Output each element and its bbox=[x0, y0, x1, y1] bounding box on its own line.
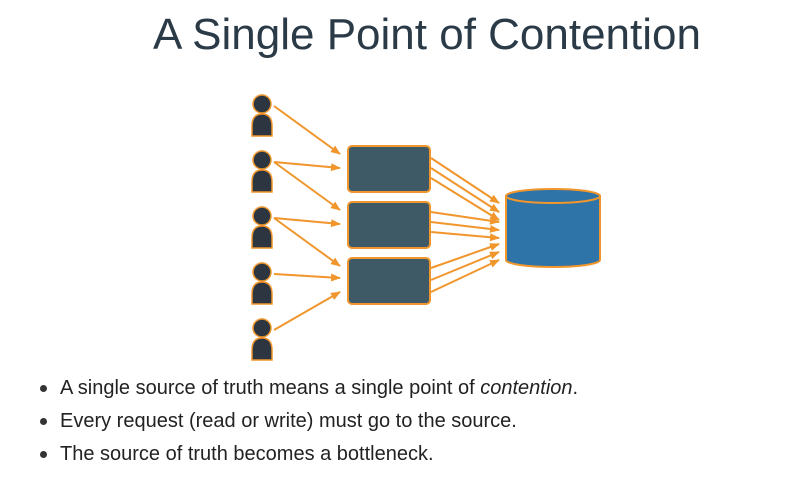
request-arrow bbox=[273, 217, 341, 228]
person-icon bbox=[251, 318, 273, 361]
person-icon bbox=[251, 206, 273, 249]
server-box-icon bbox=[347, 257, 431, 305]
servers bbox=[347, 145, 431, 305]
database bbox=[505, 188, 601, 268]
bullet-item: The source of truth becomes a bottleneck… bbox=[38, 438, 578, 471]
bullet-dot-icon bbox=[40, 385, 47, 392]
bullet-item: A single source of truth means a single … bbox=[38, 372, 578, 405]
person-icon bbox=[251, 150, 273, 193]
db-request-arrow bbox=[430, 231, 500, 242]
server-box-icon bbox=[347, 201, 431, 249]
db-request-arrow bbox=[430, 221, 500, 233]
users bbox=[251, 94, 273, 361]
request-arrow bbox=[273, 273, 341, 282]
bullet-dot-icon bbox=[40, 451, 47, 458]
person-icon bbox=[251, 262, 273, 305]
request-arrow bbox=[273, 161, 341, 172]
db-request-arrow bbox=[430, 167, 500, 213]
bullet-list: A single source of truth means a single … bbox=[38, 372, 578, 471]
request-arrow bbox=[273, 217, 341, 267]
request-arrow bbox=[273, 291, 341, 331]
bullet-item: Every request (read or write) must go to… bbox=[38, 405, 578, 438]
database-icon bbox=[505, 188, 601, 268]
request-arrow bbox=[273, 161, 341, 211]
server-box-icon bbox=[347, 145, 431, 193]
request-arrow bbox=[273, 105, 341, 155]
bullet-dot-icon bbox=[40, 418, 47, 425]
person-icon bbox=[251, 94, 273, 137]
db-request-arrow bbox=[430, 157, 500, 204]
